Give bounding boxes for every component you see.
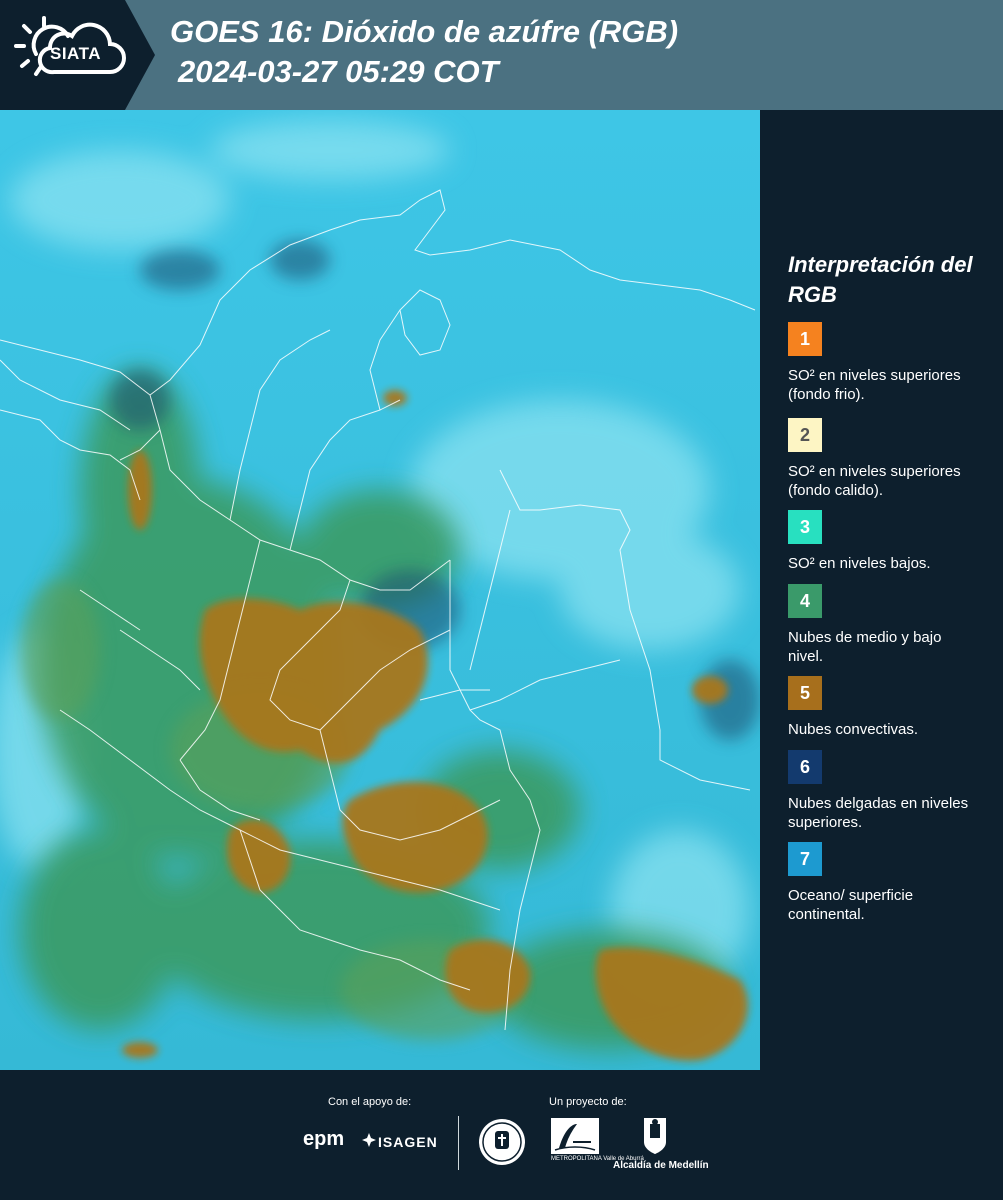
legend-item-3: 3 SO² en niveles bajos.	[788, 510, 978, 573]
legend-label-4: Nubes de medio y bajo nivel.	[788, 629, 942, 665]
legend-label-5: Nubes convectivas.	[788, 721, 919, 738]
legend-item-2: 2 SO² en niveles superiores (fondo calid…	[788, 418, 978, 500]
satellite-map[interactable]	[0, 110, 760, 1070]
legend-swatch-2: 2	[788, 418, 822, 452]
page-timestamp: 2024-03-27 05:29 COT	[178, 54, 499, 89]
legend-number-7: 7	[799, 848, 810, 869]
legend-number-3: 3	[799, 516, 810, 537]
project-label: Un proyecto de:	[549, 1096, 627, 1108]
legend-swatch-4: 4	[788, 584, 822, 618]
epm-logo: epm	[303, 1128, 345, 1150]
legend-number-1: 1	[799, 328, 810, 349]
legend-number-2: 2	[799, 424, 810, 445]
isagen-logo: ISAGEN	[378, 1134, 438, 1150]
siata-logo[interactable]: SIATA	[0, 0, 155, 110]
alcaldia-shield-icon	[644, 1118, 666, 1154]
legend-number-6: 6	[799, 756, 810, 777]
legend-label-2: SO² en niveles superiores (fondo calido)…	[788, 463, 961, 499]
legend-item-5: 5 Nubes convectivas.	[788, 676, 978, 739]
legend-item-6: 6 Nubes delgadas en niveles superiores.	[788, 750, 978, 832]
legend-swatch-1: 1	[788, 322, 822, 356]
legend-label-7: Oceano/ superficie continental.	[788, 887, 914, 923]
legend-item-7: 7 Oceano/ superficie continental.	[788, 842, 978, 924]
legend-label-6: Nubes delgadas en niveles superiores.	[788, 795, 969, 831]
rgb-legend: Interpretación del RGB 1 SO² en niveles …	[788, 250, 988, 923]
legend-swatch-6: 6	[788, 750, 822, 784]
legend-label-1: SO² en niveles superiores (fondo frio).	[788, 367, 961, 403]
legend-number-5: 5	[799, 682, 810, 703]
legend-label-3: SO² en niveles bajos.	[788, 555, 931, 572]
siata-logo-text: SIATA	[50, 44, 101, 63]
legend-item-4: 4 Nubes de medio y bajo nivel.	[788, 584, 978, 666]
legend-item-1: 1 SO² en niveles superiores (fondo frio)…	[788, 322, 978, 404]
alcaldia-text: Alcaldía de Medellín	[613, 1160, 709, 1171]
medellin-seal-icon	[479, 1119, 525, 1165]
legend-swatch-5: 5	[788, 676, 822, 710]
support-label: Con el apoyo de:	[328, 1096, 412, 1108]
isagen-icon	[362, 1133, 376, 1147]
footer-divider	[458, 1116, 459, 1170]
page-title: GOES 16: Dióxido de azúfre (RGB)	[170, 14, 679, 49]
satellite-image	[0, 110, 760, 1070]
legend-number-4: 4	[799, 590, 810, 611]
legend-swatch-3: 3	[788, 510, 822, 544]
footer: Con el apoyo de: Un proyecto de: epm ISA…	[0, 1070, 1003, 1200]
header-bar: SIATA GOES 16: Dióxido de azúfre (RGB) 2…	[0, 0, 1003, 110]
legend-swatch-7: 7	[788, 842, 822, 876]
legend-title: Interpretación del RGB	[788, 252, 973, 307]
